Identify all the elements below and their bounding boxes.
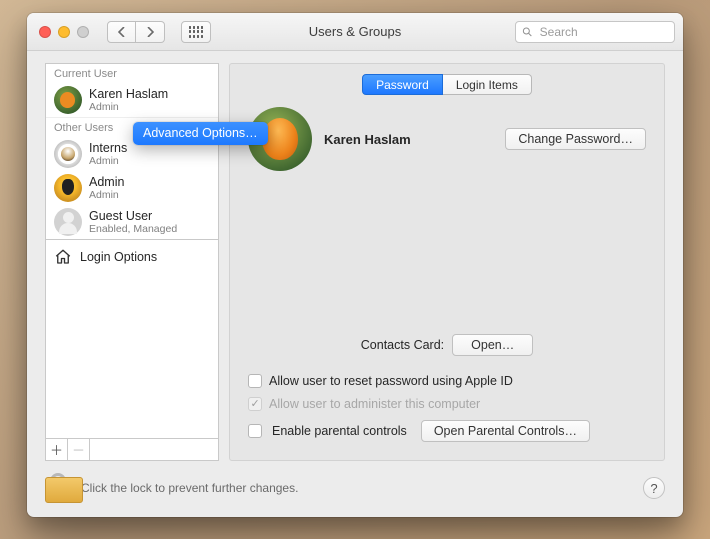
- login-options-label: Login Options: [80, 250, 157, 264]
- search-icon: [522, 26, 533, 38]
- detail-user-name: Karen Haslam: [324, 132, 411, 147]
- user-text: Interns Admin: [89, 141, 127, 167]
- user-row-current[interactable]: Karen Haslam Admin: [46, 83, 218, 117]
- lock-row: Click the lock to prevent further change…: [27, 473, 683, 517]
- user-list: Current User Karen Haslam Admin Other Us…: [45, 63, 219, 439]
- user-name: Interns: [89, 141, 127, 155]
- tab-login-items[interactable]: Login Items: [443, 74, 532, 95]
- user-name: Guest User: [89, 209, 177, 223]
- checkbox-icon: [248, 374, 262, 388]
- remove-user-button: －: [68, 439, 90, 460]
- allow-reset-label: Allow user to reset password using Apple…: [269, 374, 513, 388]
- help-button[interactable]: ?: [643, 477, 665, 499]
- user-header: Karen Haslam Change Password…: [248, 107, 646, 171]
- context-menu-advanced-options[interactable]: Advanced Options…: [133, 122, 268, 145]
- user-text: Karen Haslam Admin: [89, 87, 168, 113]
- tab-password[interactable]: Password: [362, 74, 443, 95]
- user-role: Enabled, Managed: [89, 223, 177, 235]
- user-role: Admin: [89, 101, 168, 113]
- contacts-card-label: Contacts Card:: [361, 338, 444, 352]
- search-field[interactable]: [515, 21, 675, 43]
- user-row[interactable]: Admin Admin: [46, 171, 218, 205]
- user-role: Admin: [89, 155, 127, 167]
- user-text: Admin Admin: [89, 175, 124, 201]
- lock-text: Click the lock to prevent further change…: [81, 481, 298, 495]
- parental-checkbox-label[interactable]: Enable parental controls: [272, 424, 407, 438]
- user-name: Admin: [89, 175, 124, 189]
- checkbox-icon: [248, 424, 262, 438]
- user-text: Guest User Enabled, Managed: [89, 209, 177, 235]
- titlebar: Users & Groups: [27, 13, 683, 51]
- allow-reset-checkbox-row[interactable]: Allow user to reset password using Apple…: [248, 374, 646, 388]
- avatar: [54, 86, 82, 114]
- parental-controls-row: Enable parental controls Open Parental C…: [248, 420, 646, 442]
- allow-admin-checkbox-row: Allow user to administer this computer: [248, 397, 646, 411]
- house-icon: [54, 248, 72, 266]
- add-remove-bar: ＋ －: [45, 439, 219, 461]
- user-name: Karen Haslam: [89, 87, 168, 101]
- tab-bar: Password Login Items: [362, 74, 532, 95]
- avatar: [54, 208, 82, 236]
- login-options-button[interactable]: Login Options: [46, 239, 218, 273]
- body: Current User Karen Haslam Admin Other Us…: [27, 51, 683, 473]
- contacts-card-row: Contacts Card: Open…: [248, 334, 646, 356]
- avatar: [54, 140, 82, 168]
- allow-admin-label: Allow user to administer this computer: [269, 397, 480, 411]
- change-password-button[interactable]: Change Password…: [505, 128, 646, 150]
- search-input[interactable]: [538, 24, 668, 40]
- preferences-window: Users & Groups Current User Karen Haslam…: [27, 13, 683, 517]
- checkbox-icon: [248, 397, 262, 411]
- add-remove-spacer: [90, 439, 218, 460]
- user-role: Admin: [89, 189, 124, 201]
- detail-panel: Password Login Items Karen Haslam Change…: [229, 63, 665, 461]
- lock-button[interactable]: [45, 473, 71, 503]
- open-parental-controls-button[interactable]: Open Parental Controls…: [421, 420, 590, 442]
- avatar: [54, 174, 82, 202]
- user-row[interactable]: Guest User Enabled, Managed: [46, 205, 218, 239]
- open-contacts-card-button[interactable]: Open…: [452, 334, 533, 356]
- options-group: Allow user to reset password using Apple…: [248, 374, 646, 442]
- add-user-button[interactable]: ＋: [46, 439, 68, 460]
- current-user-header: Current User: [46, 64, 218, 83]
- lock-body-icon: [45, 477, 83, 503]
